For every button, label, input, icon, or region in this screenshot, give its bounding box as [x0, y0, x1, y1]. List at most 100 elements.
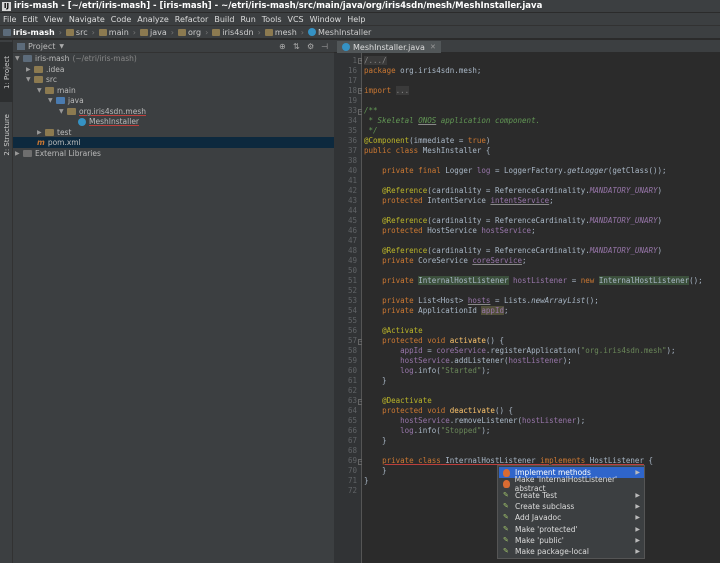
line-number: 60: [347, 366, 357, 375]
code-line: log.info("Stopped");: [400, 426, 491, 435]
gear-icon[interactable]: ⚙: [307, 42, 314, 51]
menu-run[interactable]: Run: [240, 15, 255, 24]
tool-tab-structure[interactable]: 2: Structure: [0, 104, 13, 166]
intention-pen-icon: ✎: [503, 547, 509, 555]
tree-item-iris-mash[interactable]: ▼ iris-mash (~/etri/iris-mash): [15, 53, 137, 64]
breadcrumb-item[interactable]: MeshInstaller: [307, 28, 371, 37]
code-line: @Deactivate: [382, 396, 432, 405]
menu-file[interactable]: File: [3, 15, 16, 24]
code-line: private CoreService coreService;: [382, 256, 527, 265]
intention-make-abstract[interactable]: Make 'InternalHostListener' abstract: [499, 475, 644, 493]
breadcrumb: iris-mash › src › main › java › org › iris4sd…: [0, 25, 720, 39]
locate-icon[interactable]: ⊕: [279, 42, 286, 51]
tree-item-external-libraries[interactable]: ▶ External Libraries: [15, 148, 101, 159]
line-number: 43: [347, 196, 357, 205]
menu-window[interactable]: Window: [310, 15, 342, 24]
line-number: 57: [347, 336, 357, 345]
code-line: package org.iris4sdn.mesh;: [364, 66, 482, 75]
breadcrumb-item[interactable]: iris4sdn ›: [212, 28, 261, 37]
folder-icon: [98, 28, 107, 36]
line-number: 37: [347, 146, 357, 155]
code-line: @Activate: [382, 326, 423, 335]
line-number: 67: [347, 436, 357, 445]
line-number: 44: [347, 206, 357, 215]
folder-icon: [177, 28, 186, 36]
class-icon: [342, 43, 350, 51]
collapse-all-icon[interactable]: ⇅: [293, 42, 300, 51]
intention-add-javadoc[interactable]: ✎ Add Javadoc ▶: [499, 512, 644, 523]
line-number: 59: [347, 356, 357, 365]
module-folder-icon: [3, 28, 11, 36]
submenu-arrow-icon: ▶: [635, 537, 640, 544]
menu-vcs[interactable]: VCS: [288, 15, 304, 24]
line-number: 53: [347, 296, 357, 305]
hide-panel-icon[interactable]: ⊣: [321, 42, 328, 51]
folder-icon: [45, 87, 54, 94]
line-number: 42: [347, 186, 357, 195]
editor-gutter: 1 16 17 18 19 33 34 35 36 37 38 40 41 42…: [334, 53, 364, 563]
line-number: 72: [347, 486, 357, 495]
folder-icon: [34, 76, 43, 83]
intention-pen-icon: ✎: [503, 502, 509, 510]
code-line: protected void activate() {: [382, 336, 504, 345]
menu-navigate[interactable]: Navigate: [69, 15, 105, 24]
intention-actions-popup: Implement methods ▶ Make 'InternalHostLis…: [497, 465, 645, 559]
code-line: log.info("Started");: [400, 366, 491, 375]
menu-build[interactable]: Build: [214, 15, 234, 24]
breadcrumb-item[interactable]: main ›: [98, 28, 136, 37]
line-number: 47: [347, 236, 357, 245]
folder-icon: [65, 28, 74, 36]
code-line: @Component(immediate = true): [364, 136, 491, 145]
intention-make-public[interactable]: ✎ Make 'public' ▶: [499, 535, 644, 546]
intention-pen-icon: ✎: [503, 536, 509, 544]
lightbulb-icon: [503, 479, 510, 488]
intention-make-protected[interactable]: ✎ Make 'protected' ▶: [499, 524, 644, 535]
tree-item-pom[interactable]: m pom.xml: [37, 137, 81, 148]
menu-tools[interactable]: Tools: [262, 15, 282, 24]
breadcrumb-item[interactable]: java ›: [140, 28, 174, 37]
intention-pen-icon: ✎: [503, 491, 509, 499]
menu-code[interactable]: Code: [111, 15, 131, 24]
line-number: 16: [347, 66, 357, 75]
window-title: iris-mash - [~/etri/iris-mash] - [iris-m…: [14, 1, 543, 11]
tree-item-meshinstaller[interactable]: MeshInstaller: [78, 116, 139, 127]
breadcrumb-item[interactable]: iris-mash ›: [3, 28, 62, 37]
code-line: private List<Host> hosts = Lists.newArra…: [382, 296, 599, 305]
breadcrumb-item[interactable]: mesh ›: [264, 28, 304, 37]
code-line: }: [364, 436, 387, 445]
menu-edit[interactable]: Edit: [22, 15, 38, 24]
code-line: /.../: [364, 56, 387, 65]
tree-item-java[interactable]: ▼ java: [48, 95, 84, 106]
line-number: 50: [347, 266, 357, 275]
line-number: 69: [347, 456, 357, 465]
expand-arrow-icon: ▼: [15, 55, 20, 62]
line-number: 1: [352, 56, 357, 65]
menu-analyze[interactable]: Analyze: [137, 15, 169, 24]
close-icon[interactable]: ✕: [430, 43, 436, 51]
project-panel-title[interactable]: Project: [28, 42, 55, 51]
tab-meshinstaller[interactable]: MeshInstaller.java ✕: [337, 41, 441, 53]
folder-icon: [45, 129, 54, 136]
menu-view[interactable]: View: [44, 15, 63, 24]
tool-tab-project[interactable]: 1: Project: [0, 42, 13, 102]
line-number: 61: [347, 376, 357, 385]
folder-icon: [264, 28, 273, 36]
intention-create-test[interactable]: ✎ Create Test ▶: [499, 490, 644, 501]
intention-make-package-local[interactable]: ✎ Make package-local ▶: [499, 546, 644, 557]
line-number: 45: [347, 216, 357, 225]
collapsed-arrow-icon: ▶: [15, 150, 20, 157]
line-number: 19: [347, 96, 357, 105]
code-line: private final Logger log = LoggerFactory…: [382, 166, 667, 175]
code-line: }: [364, 466, 387, 475]
tree-item-src[interactable]: ▼ src: [26, 74, 57, 85]
menu-help[interactable]: Help: [347, 15, 365, 24]
intention-create-subclass[interactable]: ✎ Create subclass ▶: [499, 501, 644, 512]
code-line: @Reference(cardinality = ReferenceCardin…: [382, 186, 663, 195]
project-panel-header: Project ▼ ⊕ ⇅ ⚙ ⊣: [13, 40, 334, 53]
dropdown-icon[interactable]: ▼: [59, 43, 64, 50]
line-number: 58: [347, 346, 357, 355]
menu-refactor[interactable]: Refactor: [175, 15, 209, 24]
breadcrumb-item[interactable]: src ›: [65, 28, 95, 37]
code-line: import ...: [364, 86, 410, 95]
breadcrumb-item[interactable]: org ›: [177, 28, 208, 37]
